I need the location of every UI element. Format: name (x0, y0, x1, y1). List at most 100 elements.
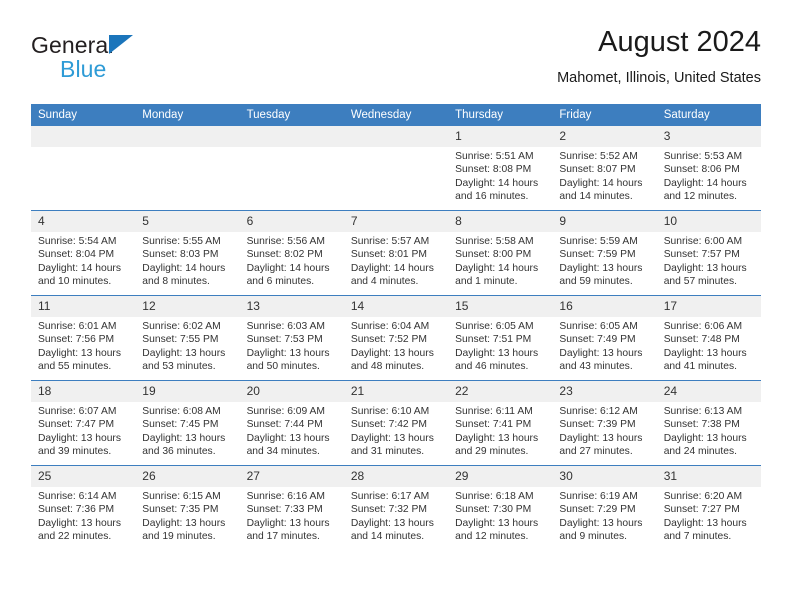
daylight-text-line2: and 1 minute. (455, 276, 518, 288)
sunset-text: Sunset: 7:45 PM (142, 419, 219, 431)
calendar-day-cell[interactable]: 21 Sunrise: 6:10 AM Sunset: 7:42 PM Dayligh… (343, 380, 449, 466)
daylight-text-line1: Daylight: 13 hours (455, 432, 539, 444)
calendar-day-cell[interactable]: 31 Sunrise: 6:20 AM Sunset: 7:27 PM Dayligh… (656, 465, 761, 550)
daylight-text-line1: Daylight: 14 hours (38, 262, 121, 274)
day-details: Sunrise: 6:17 AM Sunset: 7:32 PM Daylight:… (344, 487, 448, 544)
calendar-day-cell[interactable]: 8 Sunrise: 5:58 AM Sunset: 8:00 PM Daylight… (448, 210, 553, 296)
sunrise-text: Sunrise: 5:54 AM (38, 236, 117, 247)
daylight-text-line2: and 4 minutes. (350, 276, 419, 288)
calendar-day-cell[interactable]: 14 Sunrise: 6:04 AM Sunset: 7:52 PM Dayligh… (343, 295, 449, 381)
day-number (239, 126, 344, 147)
calendar-table: Sunday Monday Tuesday Wednesday Thursday… (31, 104, 761, 550)
calendar-day-cell[interactable]: 13 Sunrise: 6:03 AM Sunset: 7:53 PM Dayligh… (239, 295, 344, 381)
daylight-text-line1: Daylight: 13 hours (246, 517, 330, 529)
day-details: Sunrise: 6:15 AM Sunset: 7:35 PM Daylight:… (135, 487, 239, 544)
calendar-day-cell[interactable]: 9 Sunrise: 5:59 AM Sunset: 7:59 PM Daylight… (552, 210, 657, 296)
daylight-text-line1: Daylight: 13 hours (455, 347, 539, 359)
daylight-text-line2: and 7 minutes. (663, 531, 732, 543)
calendar-day-cell[interactable]: 27 Sunrise: 6:16 AM Sunset: 7:33 PM Dayligh… (239, 465, 344, 550)
sunset-text: Sunset: 7:56 PM (38, 334, 115, 346)
sunrise-text: Sunrise: 5:52 AM (559, 151, 638, 162)
weekday-header-tuesday: Tuesday (239, 104, 344, 126)
weekday-header-friday: Friday (552, 104, 657, 126)
generalblue-logo[interactable]: General Blue (31, 32, 261, 90)
day-number: 19 (135, 381, 240, 402)
calendar-day-cell[interactable]: 23 Sunrise: 6:12 AM Sunset: 7:39 PM Dayligh… (552, 380, 657, 466)
sunrise-text: Sunrise: 5:55 AM (142, 236, 221, 247)
calendar-week-row: 1 Sunrise: 5:51 AM Sunset: 8:08 PM Daylight… (31, 126, 761, 211)
calendar-day-cell[interactable]: 2 Sunrise: 5:52 AM Sunset: 8:07 PM Daylight… (552, 126, 657, 211)
calendar-day-cell[interactable]: 11 Sunrise: 6:01 AM Sunset: 7:56 PM Dayligh… (31, 295, 136, 381)
calendar-day-cell[interactable]: 16 Sunrise: 6:05 AM Sunset: 7:49 PM Dayligh… (552, 295, 657, 381)
weekday-header-wednesday: Wednesday (343, 104, 449, 126)
daylight-text-line2: and 8 minutes. (142, 276, 210, 288)
daylight-text-line2: and 27 minutes. (559, 446, 633, 458)
sunrise-text: Sunrise: 6:18 AM (455, 491, 534, 502)
day-number: 30 (552, 466, 657, 487)
calendar-day-cell[interactable]: 7 Sunrise: 5:57 AM Sunset: 8:01 PM Daylight… (343, 210, 449, 296)
calendar-day-cell[interactable]: 25 Sunrise: 6:14 AM Sunset: 7:36 PM Dayligh… (31, 465, 136, 550)
sunset-text: Sunset: 7:55 PM (142, 334, 219, 346)
logo-triangle-icon (109, 35, 133, 54)
calendar-day-cell[interactable]: 6 Sunrise: 5:56 AM Sunset: 8:02 PM Daylight… (239, 210, 344, 296)
calendar-day-cell[interactable]: 18 Sunrise: 6:07 AM Sunset: 7:47 PM Dayligh… (31, 380, 136, 466)
calendar-body: 1 Sunrise: 5:51 AM Sunset: 8:08 PM Daylight… (31, 126, 761, 550)
sunset-text: Sunset: 7:33 PM (246, 504, 323, 516)
sunrise-text: Sunrise: 6:11 AM (455, 406, 533, 417)
calendar-week-row: 4 Sunrise: 5:54 AM Sunset: 8:04 PM Daylight… (31, 210, 761, 296)
calendar-day-cell[interactable]: 22 Sunrise: 6:11 AM Sunset: 7:41 PM Dayligh… (448, 380, 553, 466)
calendar-day-cell[interactable]: 3 Sunrise: 5:53 AM Sunset: 8:06 PM Daylight… (656, 126, 761, 211)
calendar-day-cell[interactable]: 29 Sunrise: 6:18 AM Sunset: 7:30 PM Dayligh… (448, 465, 553, 550)
calendar-day-cell[interactable]: 28 Sunrise: 6:17 AM Sunset: 7:32 PM Dayligh… (343, 465, 449, 550)
sunset-text: Sunset: 7:42 PM (350, 419, 427, 431)
daylight-text-line1: Daylight: 13 hours (455, 517, 539, 529)
calendar-day-cell[interactable]: 4 Sunrise: 5:54 AM Sunset: 8:04 PM Daylight… (31, 210, 136, 296)
sunrise-text: Sunrise: 6:08 AM (142, 406, 221, 417)
calendar-day-cell[interactable]: 1 Sunrise: 5:51 AM Sunset: 8:08 PM Daylight… (448, 126, 553, 211)
day-number: 26 (135, 466, 240, 487)
daylight-text-line1: Daylight: 13 hours (559, 347, 643, 359)
day-details: Sunrise: 6:08 AM Sunset: 7:45 PM Daylight:… (135, 402, 239, 459)
sunrise-text: Sunrise: 6:14 AM (38, 491, 117, 502)
daylight-text-line2: and 6 minutes. (246, 276, 315, 288)
calendar-day-cell[interactable]: 15 Sunrise: 6:05 AM Sunset: 7:51 PM Dayligh… (448, 295, 553, 381)
sunset-text: Sunset: 8:04 PM (38, 249, 115, 261)
sunrise-text: Sunrise: 5:58 AM (455, 236, 534, 247)
day-details: Sunrise: 6:09 AM Sunset: 7:44 PM Daylight:… (240, 402, 344, 459)
calendar-week-row: 25 Sunrise: 6:14 AM Sunset: 7:36 PM Dayligh… (31, 465, 761, 550)
calendar-day-cell[interactable]: 5 Sunrise: 5:55 AM Sunset: 8:03 PM Daylight… (135, 210, 240, 296)
calendar-day-cell[interactable]: 30 Sunrise: 6:19 AM Sunset: 7:29 PM Dayligh… (552, 465, 657, 550)
calendar-day-cell[interactable]: 12 Sunrise: 6:02 AM Sunset: 7:55 PM Dayligh… (135, 295, 240, 381)
sunrise-text: Sunrise: 6:09 AM (246, 406, 325, 417)
day-number: 4 (31, 211, 136, 232)
day-details: Sunrise: 5:54 AM Sunset: 8:04 PM Daylight:… (31, 232, 135, 289)
day-number: 23 (552, 381, 657, 402)
calendar-day-cell[interactable]: 20 Sunrise: 6:09 AM Sunset: 7:44 PM Dayligh… (239, 380, 344, 466)
calendar-day-cell[interactable]: 10 Sunrise: 6:00 AM Sunset: 7:57 PM Dayligh… (656, 210, 761, 296)
day-number: 16 (552, 296, 657, 317)
daylight-text-line1: Daylight: 14 hours (246, 262, 330, 274)
daylight-text-line2: and 50 minutes. (246, 361, 320, 373)
sunset-text: Sunset: 7:35 PM (142, 504, 219, 516)
day-number: 20 (239, 381, 344, 402)
sunrise-text: Sunrise: 6:10 AM (350, 406, 430, 417)
sunrise-text: Sunrise: 6:03 AM (246, 321, 325, 332)
sunrise-text: Sunrise: 6:00 AM (663, 236, 743, 247)
daylight-text-line1: Daylight: 13 hours (350, 432, 434, 444)
calendar-day-cell[interactable]: 17 Sunrise: 6:06 AM Sunset: 7:48 PM Dayligh… (656, 295, 761, 381)
day-details: Sunrise: 5:57 AM Sunset: 8:01 PM Daylight:… (344, 232, 448, 289)
calendar-day-cell[interactable]: 26 Sunrise: 6:15 AM Sunset: 7:35 PM Dayligh… (135, 465, 240, 550)
day-details: Sunrise: 6:01 AM Sunset: 7:56 PM Daylight:… (31, 317, 135, 374)
calendar-day-cell[interactable]: 24 Sunrise: 6:13 AM Sunset: 7:38 PM Dayligh… (656, 380, 761, 466)
sunrise-text: Sunrise: 6:16 AM (246, 491, 325, 502)
day-details: Sunrise: 5:58 AM Sunset: 8:00 PM Daylight:… (448, 232, 552, 289)
daylight-text-line1: Daylight: 13 hours (246, 347, 330, 359)
daylight-text-line1: Daylight: 13 hours (38, 347, 121, 359)
daylight-text-line2: and 48 minutes. (350, 361, 425, 373)
day-details: Sunrise: 6:06 AM Sunset: 7:48 PM Daylight:… (657, 317, 761, 374)
sunset-text: Sunset: 7:57 PM (663, 249, 740, 261)
daylight-text-line1: Daylight: 13 hours (663, 432, 747, 444)
calendar-day-cell[interactable]: 19 Sunrise: 6:08 AM Sunset: 7:45 PM Dayligh… (135, 380, 240, 466)
daylight-text-line1: Daylight: 13 hours (142, 347, 226, 359)
day-number: 8 (448, 211, 553, 232)
